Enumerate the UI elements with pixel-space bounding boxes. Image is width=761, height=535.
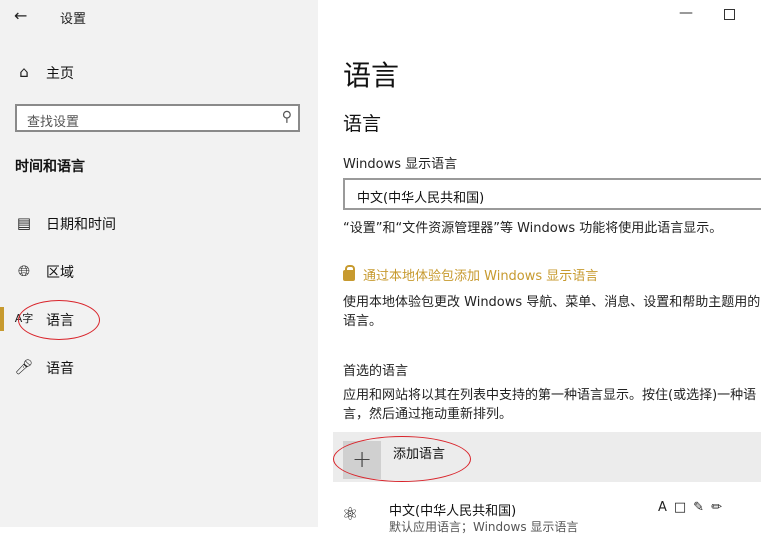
page-title: 语言 xyxy=(343,59,400,92)
sidebar-item-label: 日期和时间 xyxy=(46,217,116,233)
section-title: 时间和语言 xyxy=(15,159,85,175)
add-language-button[interactable]: + 添加语言 xyxy=(333,432,761,482)
display-language-select[interactable]: 中文(中华人民共和国) xyxy=(343,178,761,210)
sidebar-item-label: 区域 xyxy=(46,265,74,281)
main-panel: — 语言 语言 Windows 显示语言 中文(中华人民共和国) “设置”和“文… xyxy=(318,0,761,534)
add-language-label: 添加语言 xyxy=(393,447,446,462)
local-experience-desc: 使用本地体验包更改 Windows 导航、菜单、消息、设置和帮助主题用的语言。 xyxy=(343,295,761,329)
search-placeholder: 查找设置 xyxy=(27,115,80,130)
language-name: 中文(中华人民共和国) xyxy=(389,504,517,519)
back-arrow-icon[interactable]: ← xyxy=(14,6,27,25)
globe-icon: 🌐︎ xyxy=(17,262,30,280)
link-label: 通过本地体验包添加 Windows 显示语言 xyxy=(363,269,599,284)
sidebar-item-label: 语言 xyxy=(46,313,74,329)
display-language-note: “设置”和“文件资源管理器”等 Windows 功能将使用此语言显示。 xyxy=(343,221,723,236)
display-language-label: Windows 显示语言 xyxy=(343,157,458,172)
section-heading: 语言 xyxy=(343,113,382,135)
window-title: 设置 xyxy=(60,12,87,27)
sidebar-item-region[interactable]: 🌐︎ 区域 xyxy=(0,251,318,291)
search-input[interactable]: 查找设置 ⚲ xyxy=(15,104,300,132)
microphone-icon: 🎤︎ xyxy=(14,358,34,376)
preferred-language-label: 首选的语言 xyxy=(343,364,409,379)
local-experience-link[interactable]: 通过本地体验包添加 Windows 显示语言 xyxy=(343,265,598,284)
language-icon: ⚛︎ xyxy=(342,504,359,525)
display-language-value: 中文(中华人民共和国) xyxy=(357,191,485,206)
search-icon[interactable]: ⚲ xyxy=(282,109,292,125)
sidebar-item-home[interactable]: ⌂ 主页 xyxy=(0,52,318,92)
language-feature-icons: A□✎✏ xyxy=(658,500,729,515)
sidebar-item-language[interactable]: A字 语言 xyxy=(0,299,318,339)
maximize-icon[interactable] xyxy=(724,9,735,20)
sidebar-item-date-time[interactable]: ▤ 日期和时间 xyxy=(0,203,318,243)
calendar-clock-icon: ▤ xyxy=(16,214,32,232)
sidebar-item-label: 主页 xyxy=(46,66,74,82)
plus-icon: + xyxy=(343,441,381,479)
language-icon: A字 xyxy=(14,312,34,325)
preferred-language-desc: 应用和网站将以其在列表中支持的第一种语言显示。按住(或选择)一种语言，然后通过拖… xyxy=(343,388,757,422)
sidebar: ← 设置 ⌂ 主页 查找设置 ⚲ 时间和语言 ▤ 日期和时间 🌐︎ 区域 A字 … xyxy=(0,0,318,527)
shop-icon xyxy=(343,265,355,281)
sidebar-item-speech[interactable]: 🎤︎ 语音 xyxy=(0,347,318,387)
minimize-icon[interactable]: — xyxy=(679,5,693,21)
home-icon: ⌂ xyxy=(19,63,29,81)
sidebar-item-label: 语音 xyxy=(46,361,74,377)
list-item[interactable]: ⚛︎ 中文(中华人民共和国) 默认应用语言；Windows 显示语言 A□✎✏ xyxy=(333,494,761,534)
